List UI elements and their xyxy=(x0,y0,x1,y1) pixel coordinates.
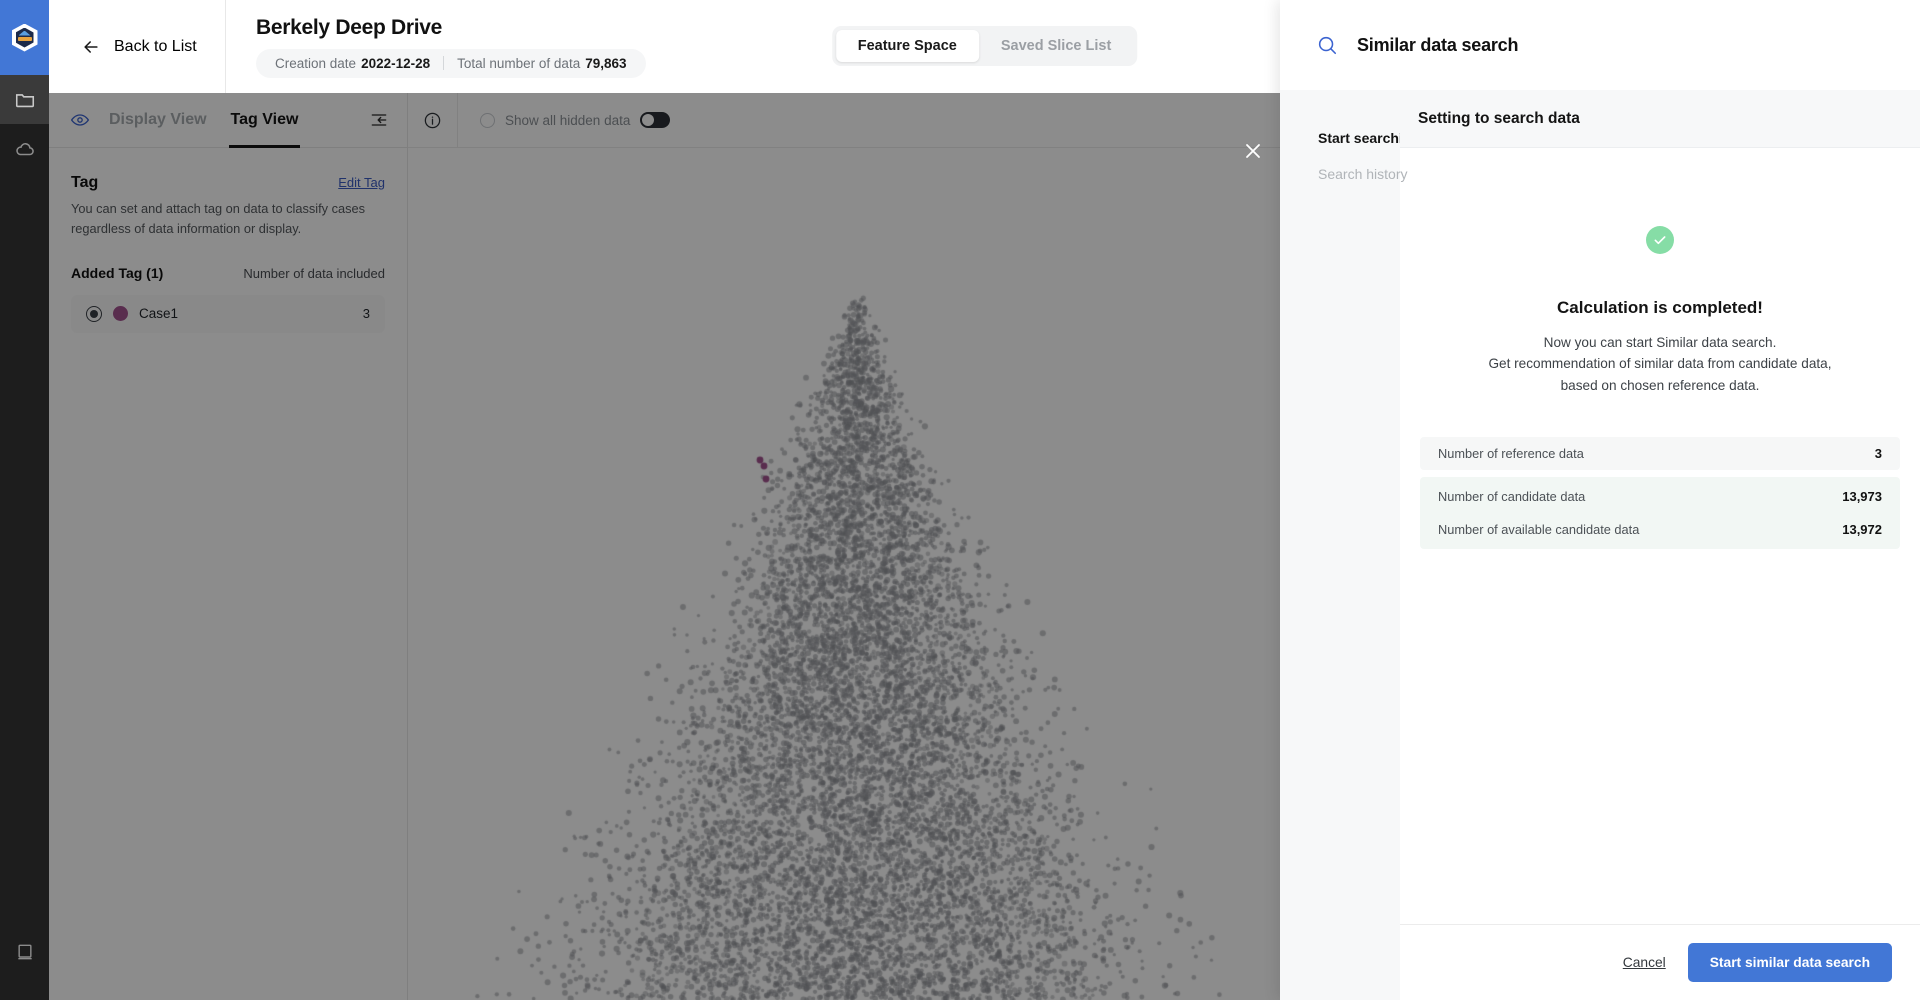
start-similar-data-search-button[interactable]: Start similar data search xyxy=(1687,943,1892,982)
close-drawer-button[interactable] xyxy=(1241,139,1265,163)
project-meta: Creation date 2022-12-28 Total number of … xyxy=(256,48,646,78)
creation-date-label: Creation date xyxy=(275,55,357,71)
back-to-list-button[interactable]: Back to List xyxy=(49,0,226,93)
modal-dim-overlay[interactable] xyxy=(49,93,1329,1000)
folder-icon xyxy=(15,93,34,107)
panel-title: Setting to search data xyxy=(1418,109,1580,127)
meta-divider xyxy=(443,56,445,70)
drawer-panel: Setting to search data Calculation is co… xyxy=(1400,90,1920,1000)
rail-item-cloud[interactable] xyxy=(0,124,49,173)
back-to-list-label: Back to List xyxy=(114,37,197,55)
status-title: Calculation is completed! xyxy=(1557,298,1763,317)
stat-value: 13,972 xyxy=(1842,522,1882,538)
close-icon xyxy=(1246,144,1260,158)
app-rail xyxy=(0,0,49,1000)
project-title-zone: Berkely Deep Drive Creation date 2022-12-… xyxy=(226,16,646,78)
tab-saved-slice-list[interactable]: Saved Slice List xyxy=(979,30,1133,62)
manual-book-icon xyxy=(17,944,32,959)
total-data-label: Total number of data xyxy=(457,55,581,71)
stat-key: Number of candidate data xyxy=(1438,489,1586,505)
search-icon xyxy=(1318,36,1337,55)
drawer-footer: Cancel Start similar data search xyxy=(1400,924,1920,1000)
drawer-body: Start searching Search history Setting t… xyxy=(1280,90,1920,1000)
rail-item-manual[interactable] xyxy=(0,927,49,976)
page-title: Berkely Deep Drive xyxy=(256,15,443,39)
header-tabs: Feature Space Saved Slice List xyxy=(831,26,1138,66)
arrow-left-icon xyxy=(84,40,98,53)
stat-value: 13,973 xyxy=(1842,489,1882,505)
stat-row: Number of available candidate data 13,972 xyxy=(1420,513,1900,546)
drawer-header: Similar data search xyxy=(1280,0,1920,90)
panel-header: Setting to search data xyxy=(1400,90,1920,148)
candidate-stats-group: Number of candidate data 13,973 Number of … xyxy=(1420,477,1900,550)
stat-key: Number of available candidate data xyxy=(1438,522,1640,538)
drawer-nav: Start searching Search history xyxy=(1280,90,1420,1000)
rail-item-projects[interactable] xyxy=(0,75,49,124)
tab-feature-space[interactable]: Feature Space xyxy=(835,30,979,62)
nav-item-search-history[interactable]: Search history xyxy=(1280,156,1407,192)
panel-content: Calculation is completed! Now you can st… xyxy=(1400,148,1920,924)
stat-row: Number of candidate data 13,973 xyxy=(1420,480,1900,513)
cancel-button[interactable]: Cancel xyxy=(1623,955,1666,970)
app-logo-icon xyxy=(11,23,38,52)
stats-block: Number of reference data 3 Number of cand… xyxy=(1420,437,1900,550)
stat-value: 3 xyxy=(1874,446,1882,462)
check-circle-icon xyxy=(1646,226,1674,254)
drawer-title: Similar data search xyxy=(1357,34,1519,55)
stat-row: Number of reference data 3 xyxy=(1420,437,1900,470)
app-logo[interactable] xyxy=(0,0,49,75)
creation-date-value: 2022-12-28 xyxy=(361,55,431,71)
total-data-value: 79,863 xyxy=(585,55,627,71)
stat-key: Number of reference data xyxy=(1438,446,1584,462)
reference-stats-group: Number of reference data 3 xyxy=(1420,437,1900,471)
nav-item-start-searching[interactable]: Start searching xyxy=(1280,120,1420,156)
similar-data-search-drawer: Similar data search Start searching Sear… xyxy=(1280,0,1920,1000)
cloud-icon xyxy=(15,142,34,155)
status-description: Now you can start Similar data search. Ge… xyxy=(1488,335,1832,393)
